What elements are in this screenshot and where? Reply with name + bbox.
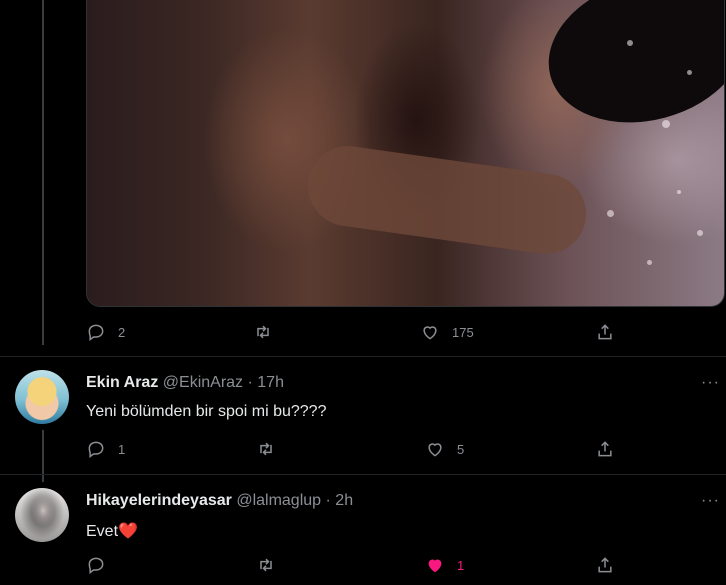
retweet-icon [260, 558, 272, 572]
tweet-text: Yeni bölümden bir spoi mi bu???? [86, 403, 327, 420]
like-button-active[interactable]: 1 [425, 555, 464, 575]
reply-icon [88, 324, 104, 341]
retweet-button[interactable] [253, 322, 273, 342]
reply-icon [88, 441, 104, 458]
retweet-icon [257, 325, 269, 339]
reply-icon [88, 557, 104, 574]
reply-button[interactable]: 2 [86, 322, 125, 342]
avatar[interactable] [15, 488, 69, 542]
like-button[interactable]: 175 [420, 322, 474, 342]
timestamp[interactable]: 17h [257, 374, 284, 391]
share-button[interactable] [595, 555, 615, 575]
heart-filled-icon [428, 559, 442, 573]
retweet-button[interactable] [256, 555, 276, 575]
red-heart-emoji: ❤️ [118, 523, 138, 540]
handle[interactable]: @EkinAraz [163, 374, 243, 391]
like-count: 175 [452, 324, 474, 340]
retweet-icon [260, 442, 272, 456]
reply-button[interactable]: 1 [86, 439, 125, 459]
share-icon [598, 441, 612, 457]
separator-dot: · [325, 492, 331, 509]
heart-icon [428, 443, 442, 457]
share-button[interactable] [595, 322, 615, 342]
like-count: 5 [457, 441, 465, 457]
avatar[interactable] [15, 370, 69, 424]
reply-count: 1 [118, 441, 126, 457]
thread-line [42, 0, 44, 345]
like-button[interactable]: 5 [425, 439, 464, 459]
handle[interactable]: @lalmaglup [236, 492, 321, 509]
more-options-icon[interactable]: ··· [701, 492, 720, 510]
like-count: 1 [457, 557, 465, 573]
share-button[interactable] [595, 439, 615, 459]
share-icon [598, 557, 612, 573]
separator-dot: · [247, 374, 253, 391]
divider [0, 474, 726, 475]
tweet-text: Evet❤️ [86, 521, 138, 541]
display-name[interactable]: Ekin Araz [86, 374, 158, 391]
more-options-icon[interactable]: ··· [701, 374, 720, 392]
retweet-button[interactable] [256, 439, 276, 459]
reply-count: 2 [118, 324, 126, 340]
share-icon [598, 324, 612, 340]
divider [0, 356, 726, 357]
heart-icon [423, 326, 437, 340]
reply-button[interactable] [86, 555, 106, 575]
tweet-text-content: Evet [86, 523, 119, 540]
tweet-photo[interactable] [86, 0, 725, 307]
display-name[interactable]: Hikayelerindeyasar [86, 492, 232, 509]
timestamp[interactable]: 2h [335, 492, 353, 509]
